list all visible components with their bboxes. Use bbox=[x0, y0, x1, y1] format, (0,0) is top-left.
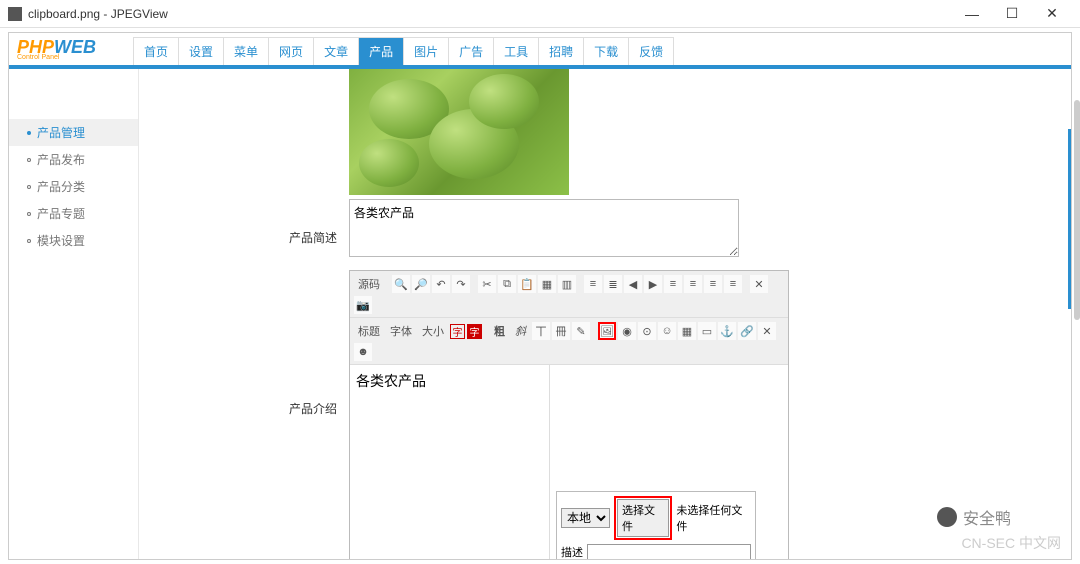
brief-label: 产品简述 bbox=[139, 199, 349, 260]
underline-icon[interactable]: 丅 bbox=[532, 322, 550, 340]
justify4-icon[interactable]: ≡ bbox=[724, 275, 742, 293]
sidebar-item-module[interactable]: 模块设置 bbox=[9, 227, 138, 254]
nav-image[interactable]: 图片 bbox=[404, 38, 449, 65]
editor-toolbar-2: 标题 字体 大小 字 字 粗 斜 丅 冊 ✎ 🖼 bbox=[350, 318, 788, 365]
orderedlist-icon[interactable]: ≡ bbox=[584, 275, 602, 293]
sidebar: 产品管理 产品发布 产品分类 产品专题 模块设置 bbox=[9, 69, 139, 559]
scroll-edge bbox=[1068, 129, 1071, 309]
unlink-icon[interactable]: ✕ bbox=[758, 322, 776, 340]
sidebar-item-manage[interactable]: 产品管理 bbox=[9, 119, 138, 146]
desc-input[interactable] bbox=[587, 544, 751, 559]
watermark-brand: 安全鸭 bbox=[937, 505, 1011, 529]
nav-download[interactable]: 下载 bbox=[584, 38, 629, 65]
nav-article[interactable]: 文章 bbox=[314, 38, 359, 65]
main-content: 产品简述 各类农产品 产品介绍 源码 🔍 🔎 ↶ ↷ bbox=[139, 69, 1071, 559]
paste-icon[interactable]: 📋 bbox=[518, 275, 536, 293]
special-icon[interactable]: ☺ bbox=[658, 322, 676, 340]
watermark-site: CN-SEC 中文网 bbox=[961, 533, 1061, 553]
minimize-button[interactable]: — bbox=[952, 0, 992, 28]
strike-icon[interactable]: 冊 bbox=[552, 322, 570, 340]
redo-icon[interactable]: ↷ bbox=[452, 275, 470, 293]
app-frame: PHPWEB Control Panel 首页 设置 菜单 网页 文章 产品 图… bbox=[8, 32, 1072, 560]
justify-icon[interactable]: ≡ bbox=[664, 275, 682, 293]
emoticon-icon[interactable]: ☻ bbox=[354, 343, 372, 361]
textcolor-icon[interactable]: 字 bbox=[450, 324, 465, 339]
logo-text-2: WEB bbox=[54, 37, 96, 57]
zoomin-icon[interactable]: 🔍 bbox=[392, 275, 410, 293]
sidebar-item-category[interactable]: 产品分类 bbox=[9, 173, 138, 200]
nav-home[interactable]: 首页 bbox=[134, 38, 179, 65]
unorderedlist-icon[interactable]: ≣ bbox=[604, 275, 622, 293]
zoomout-icon[interactable]: 🔎 bbox=[412, 275, 430, 293]
nav-page[interactable]: 网页 bbox=[269, 38, 314, 65]
rich-editor: 源码 🔍 🔎 ↶ ↷ ✂ ⧉ 📋 ▦ ▥ bbox=[349, 270, 789, 559]
window-title: clipboard.png - JPEGView bbox=[28, 7, 952, 21]
nav-ad[interactable]: 广告 bbox=[449, 38, 494, 65]
editor-content[interactable]: 各类农产品 bbox=[350, 365, 550, 559]
camera-icon[interactable]: 📷 bbox=[354, 296, 372, 314]
detail-label: 产品介绍 bbox=[139, 270, 349, 559]
nav-job[interactable]: 招聘 bbox=[539, 38, 584, 65]
choose-file-button[interactable]: 选择文件 bbox=[617, 499, 669, 537]
source-button[interactable]: 源码 bbox=[354, 274, 384, 294]
outdent-icon[interactable]: ◀ bbox=[624, 275, 642, 293]
media-icon[interactable]: ⊙ bbox=[638, 322, 656, 340]
sidebar-item-topic[interactable]: 产品专题 bbox=[9, 200, 138, 227]
editor-toolbar-1: 源码 🔍 🔎 ↶ ↷ ✂ ⧉ 📋 ▦ ▥ bbox=[350, 271, 788, 318]
sidebar-item-label: 产品专题 bbox=[37, 205, 85, 222]
indent-icon[interactable]: ▶ bbox=[644, 275, 662, 293]
pasteword-icon[interactable]: ▦ bbox=[538, 275, 556, 293]
nav-feedback[interactable]: 反馈 bbox=[629, 38, 673, 65]
sidebar-item-publish[interactable]: 产品发布 bbox=[9, 146, 138, 173]
pastetext-icon[interactable]: ▥ bbox=[558, 275, 576, 293]
wechat-icon bbox=[937, 507, 957, 527]
desc-label: 描述 bbox=[561, 544, 583, 559]
link-icon[interactable]: 🔗 bbox=[738, 322, 756, 340]
bold-button[interactable]: 粗 bbox=[490, 321, 509, 341]
flash-icon[interactable]: ◉ bbox=[618, 322, 636, 340]
sidebar-item-label: 产品管理 bbox=[37, 124, 85, 141]
heading-dropdown[interactable]: 标题 bbox=[354, 321, 384, 341]
upload-dialog: 本地 选择文件 未选择任何文件 描述 bbox=[556, 491, 756, 559]
justify2-icon[interactable]: ≡ bbox=[684, 275, 702, 293]
removeformat-icon[interactable]: ✕ bbox=[750, 275, 768, 293]
undo-icon[interactable]: ↶ bbox=[432, 275, 450, 293]
sidebar-item-label: 产品分类 bbox=[37, 178, 85, 195]
size-dropdown[interactable]: 大小 bbox=[418, 321, 448, 341]
bgcolor-icon[interactable]: 字 bbox=[467, 324, 482, 339]
close-button[interactable]: ✕ bbox=[1032, 0, 1072, 28]
table-icon[interactable]: ▦ bbox=[678, 322, 696, 340]
sidebar-item-label: 模块设置 bbox=[37, 232, 85, 249]
product-image bbox=[349, 69, 569, 195]
div-icon[interactable]: ▭ bbox=[698, 322, 716, 340]
nav-menu[interactable]: 菜单 bbox=[224, 38, 269, 65]
no-file-text: 未选择任何文件 bbox=[676, 502, 751, 534]
top-nav: 首页 设置 菜单 网页 文章 产品 图片 广告 工具 招聘 下载 反馈 bbox=[133, 37, 674, 65]
upload-panel: 本地 选择文件 未选择任何文件 描述 bbox=[550, 365, 788, 559]
font-dropdown[interactable]: 字体 bbox=[386, 321, 416, 341]
source-select[interactable]: 本地 bbox=[561, 508, 610, 528]
window-titlebar: clipboard.png - JPEGView — ☐ ✕ bbox=[0, 0, 1080, 28]
app-icon bbox=[8, 7, 22, 21]
italic-button[interactable]: 斜 bbox=[511, 321, 530, 341]
copy-icon[interactable]: ⧉ bbox=[498, 275, 516, 293]
anchor-icon[interactable]: ⚓ bbox=[718, 322, 736, 340]
nav-settings[interactable]: 设置 bbox=[179, 38, 224, 65]
brush-icon[interactable]: ✎ bbox=[572, 322, 590, 340]
justify3-icon[interactable]: ≡ bbox=[704, 275, 722, 293]
logo: PHPWEB Control Panel bbox=[17, 37, 127, 65]
brief-textarea[interactable]: 各类农产品 bbox=[349, 199, 739, 257]
nav-product[interactable]: 产品 bbox=[359, 38, 404, 65]
insert-image-icon[interactable]: 🖼 bbox=[598, 322, 616, 340]
nav-tool[interactable]: 工具 bbox=[494, 38, 539, 65]
sidebar-item-label: 产品发布 bbox=[37, 151, 85, 168]
maximize-button[interactable]: ☐ bbox=[992, 0, 1032, 28]
cut-icon[interactable]: ✂ bbox=[478, 275, 496, 293]
